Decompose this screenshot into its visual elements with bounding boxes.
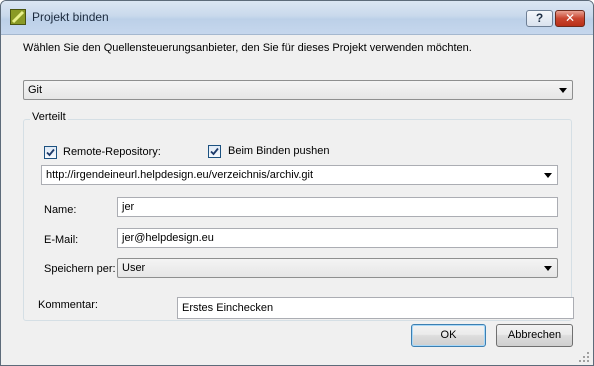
remote-repo-label: Remote-Repository: <box>63 146 161 158</box>
email-field[interactable]: jer@helpdesign.eu <box>117 228 558 248</box>
name-value: jer <box>122 201 135 213</box>
chevron-down-icon <box>544 266 552 271</box>
push-on-bind-checkbox[interactable] <box>208 145 221 158</box>
resize-grip-icon[interactable] <box>579 352 590 363</box>
name-label: Name: <box>44 204 77 216</box>
checkmark-icon <box>46 148 55 157</box>
store-value: User <box>122 262 146 274</box>
checkmark-icon <box>210 147 219 156</box>
ok-button[interactable]: OK <box>411 324 486 347</box>
remote-repo-checkbox[interactable] <box>44 146 57 159</box>
store-select[interactable]: User <box>117 258 558 278</box>
intro-text: Wählen Sie den Quellensteuerungsanbieter… <box>23 42 472 54</box>
help-icon: ? <box>535 11 544 25</box>
dialog-content: Wählen Sie den Quellensteuerungsanbieter… <box>1 35 593 365</box>
close-button[interactable]: ✕ <box>555 10 585 27</box>
repo-url-combo[interactable]: http://irgendeineurl.helpdesign.eu/verze… <box>41 165 558 185</box>
comment-label: Kommentar: <box>38 299 98 311</box>
comment-value: Erstes Einchecken <box>182 302 274 314</box>
email-label: E-Mail: <box>44 234 79 246</box>
repo-url-value: http://irgendeineurl.helpdesign.eu/verze… <box>46 169 314 181</box>
email-value: jer@helpdesign.eu <box>122 232 214 244</box>
cancel-button[interactable]: Abbrechen <box>496 324 573 347</box>
provider-value: Git <box>28 84 43 96</box>
window-title: Projekt binden <box>32 10 109 24</box>
provider-select[interactable]: Git <box>23 80 573 100</box>
dialog-window: Projekt binden ? ✕ Wählen Sie den Quelle… <box>0 0 594 366</box>
name-field[interactable]: jer <box>117 197 558 217</box>
group-title: Verteilt <box>30 111 68 123</box>
chevron-down-icon <box>544 173 552 178</box>
store-label: Speichern per: <box>44 263 116 275</box>
chevron-down-icon <box>559 88 567 93</box>
close-icon: ✕ <box>564 11 576 25</box>
push-on-bind-label: Beim Binden pushen <box>228 145 330 157</box>
comment-field[interactable]: Erstes Einchecken <box>177 297 574 319</box>
title-bar[interactable]: Projekt binden ? ✕ <box>1 1 593 35</box>
help-button[interactable]: ? <box>526 10 553 27</box>
project-icon <box>10 9 26 25</box>
